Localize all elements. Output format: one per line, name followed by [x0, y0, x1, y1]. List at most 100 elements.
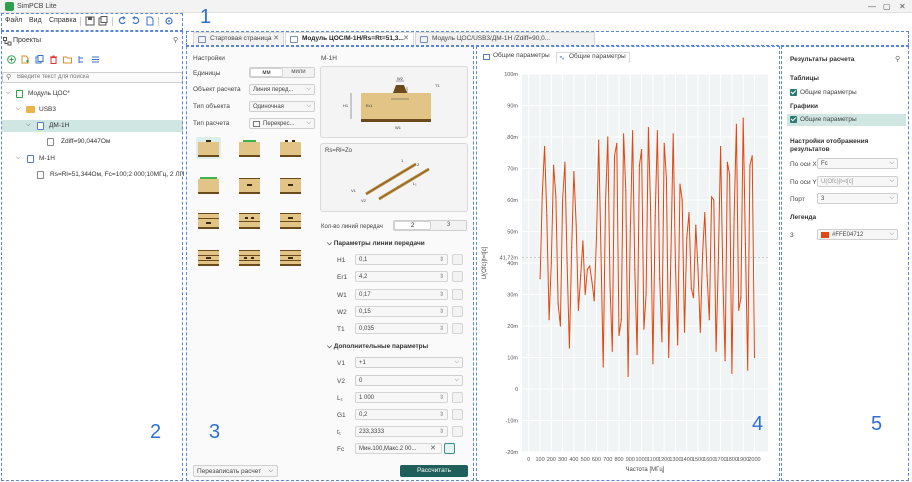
save-icon[interactable]: [85, 16, 95, 26]
lines-count-toggle[interactable]: 2 3: [393, 220, 467, 231]
collapse-all-icon[interactable]: [91, 55, 100, 64]
redo-icon[interactable]: [131, 16, 141, 26]
legend-color-select[interactable]: #FFE04712 ⌵: [817, 229, 898, 240]
pin-icon[interactable]: ⚲: [895, 55, 900, 63]
structure-thumb-12[interactable]: [278, 246, 303, 268]
close-window-icon[interactable]: ✕: [899, 2, 906, 11]
menu-file[interactable]: Файл: [5, 17, 22, 24]
structure-thumb-11[interactable]: [237, 246, 262, 268]
param-w2-sweep-button[interactable]: [452, 306, 463, 317]
project-search-input[interactable]: [17, 74, 177, 80]
expand-all-icon[interactable]: [77, 55, 86, 64]
chevron-down-icon[interactable]: ⌵: [26, 122, 31, 129]
structure-thumb-3[interactable]: [278, 137, 303, 159]
pin-icon[interactable]: ⚲: [173, 36, 178, 44]
spinner-icon[interactable]: ⇕: [439, 273, 444, 280]
param-w1-sweep-button[interactable]: [452, 289, 463, 300]
add-project-icon[interactable]: [7, 55, 16, 64]
param-fc-sweep-button[interactable]: [444, 443, 455, 454]
y-axis-select[interactable]: U(Ofc)|t=t[c] ⌵: [817, 176, 898, 187]
document-icon[interactable]: [145, 16, 155, 26]
structure-thumb-7[interactable]: [196, 209, 221, 231]
checkbox-checked-icon[interactable]: [790, 116, 797, 123]
tree-item-zdiff-result[interactable]: Zdiff=90,0447Ом: [2, 136, 183, 148]
spinner-icon[interactable]: ⇕: [439, 291, 444, 298]
checkbox-checked-icon[interactable]: [790, 89, 797, 96]
spinner-icon[interactable]: ⇕: [439, 428, 444, 435]
chevron-down-icon[interactable]: ⌵: [6, 90, 11, 97]
structure-thumb-4[interactable]: [196, 174, 221, 196]
structure-thumb-9[interactable]: [278, 209, 303, 231]
recalc-mode-select[interactable]: Перезаписать расчет ⌵: [193, 465, 278, 477]
plot-tab-table[interactable]: Общие параметры: [481, 52, 554, 63]
spinner-icon[interactable]: ⇕: [439, 411, 444, 418]
project-search-box[interactable]: ⚲: [2, 72, 183, 83]
param-g1-input[interactable]: 0,2 ⇕: [355, 409, 448, 420]
param-t1-input[interactable]: 0,035 ⇕: [355, 323, 448, 334]
tree-item-module-dsp[interactable]: ⌵ Модуль ЦОС*: [2, 88, 183, 100]
tab-start-page[interactable]: Стартовая страница ✕: [193, 32, 284, 45]
extra-params-header[interactable]: ⌵ Дополнительные параметры: [327, 343, 428, 351]
param-er1-sweep-button[interactable]: [452, 271, 463, 282]
param-fc-input[interactable]: Мин.100,Макс.2 00...: [355, 443, 442, 454]
param-t-input[interactable]: 233,3333 ⇕: [355, 426, 448, 437]
structure-thumb-5[interactable]: [237, 174, 262, 196]
delete-icon[interactable]: [49, 55, 58, 64]
object-select[interactable]: Линия перед... ⌵: [249, 84, 315, 95]
object-type-select[interactable]: Одиночная ⌵: [249, 101, 315, 112]
structure-thumb-6[interactable]: [278, 174, 303, 196]
param-h1-input[interactable]: 0,1 ⇕: [355, 254, 448, 265]
param-w2-input[interactable]: 0,15 ⇕: [355, 306, 448, 317]
param-v2-select[interactable]: 0 ⌵: [355, 375, 463, 386]
units-toggle[interactable]: мм мили: [249, 67, 315, 78]
close-tab-icon[interactable]: ✕: [273, 34, 279, 42]
structure-thumb-1[interactable]: [196, 137, 221, 159]
minimize-icon[interactable]: —: [868, 2, 876, 11]
port-select[interactable]: 3 ⌵: [817, 193, 898, 204]
maximize-icon[interactable]: ▢: [883, 2, 891, 11]
spinner-icon[interactable]: ⇕: [439, 325, 444, 332]
param-v1-select[interactable]: +1 ⌵: [355, 357, 463, 368]
param-w1-input[interactable]: 0,17 ⇕: [355, 289, 448, 300]
copy-icon[interactable]: [35, 55, 44, 64]
tree-item-usb3[interactable]: ⌵ USB3: [2, 104, 183, 116]
param-g1-sweep-button[interactable]: [452, 409, 463, 420]
graphs-item-general[interactable]: Общие параметры: [787, 114, 906, 126]
param-er1-input[interactable]: 4,2 ⇕: [355, 271, 448, 282]
structure-thumb-8[interactable]: [237, 209, 262, 231]
spinner-icon[interactable]: ⇕: [439, 308, 444, 315]
tree-item-dm1h[interactable]: ⌵ ДМ-1Н: [2, 120, 183, 132]
param-t-sweep-button[interactable]: [452, 426, 463, 437]
calc-type-select[interactable]: Перекрес... ⌵: [249, 118, 315, 129]
tree-item-rs-result[interactable]: Rs=Rl=51,344Ом, Fc=100;2 000;10МГц, 2 ЛП: [2, 169, 184, 181]
chevron-down-icon[interactable]: ⌵: [16, 106, 21, 113]
calculate-button[interactable]: Рассчитать: [400, 465, 468, 477]
menu-view[interactable]: Вид: [29, 17, 42, 24]
units-mils-option[interactable]: мили: [283, 68, 314, 77]
open-folder-icon[interactable]: [63, 55, 72, 64]
param-l1-sweep-button[interactable]: [452, 392, 463, 403]
tree-item-m1h[interactable]: ⌵ М-1Н: [2, 153, 183, 165]
add-file-icon[interactable]: [21, 55, 30, 64]
save-all-icon[interactable]: [98, 16, 108, 26]
plot-tab-graph[interactable]: ∿ Общие параметры: [556, 52, 630, 63]
tab-module-m1h[interactable]: Модуль ЦОС/М-1Н/Rs=Rt=51,3... ✕: [285, 32, 414, 45]
settings-gear-icon[interactable]: [164, 16, 174, 26]
tab-module-usb3[interactable]: Модуль ЦОС/USB3/ДМ-1Н /Zdiff=90,0...: [415, 32, 595, 45]
param-l1-input[interactable]: 1 000 ⇕: [355, 392, 448, 403]
tl-params-header[interactable]: ⌵ Параметры линии передачи: [327, 240, 425, 248]
menu-help[interactable]: Справка: [49, 17, 76, 24]
lines-count-2[interactable]: 2: [394, 221, 431, 230]
structure-thumb-2[interactable]: [237, 137, 262, 159]
x-axis-select[interactable]: Fc ⌵: [817, 158, 898, 169]
structure-thumb-10[interactable]: [196, 246, 221, 268]
undo-icon[interactable]: [117, 16, 127, 26]
units-mm-option[interactable]: мм: [250, 68, 283, 77]
param-t1-sweep-button[interactable]: [452, 323, 463, 334]
param-h1-sweep-button[interactable]: [452, 254, 463, 265]
spinner-icon[interactable]: ⇕: [439, 394, 444, 401]
tables-item-general[interactable]: Общие параметры: [790, 88, 906, 98]
lines-count-3[interactable]: 3: [431, 221, 466, 230]
chevron-down-icon[interactable]: ⌵: [16, 155, 21, 162]
clear-icon[interactable]: ✕: [430, 444, 436, 452]
